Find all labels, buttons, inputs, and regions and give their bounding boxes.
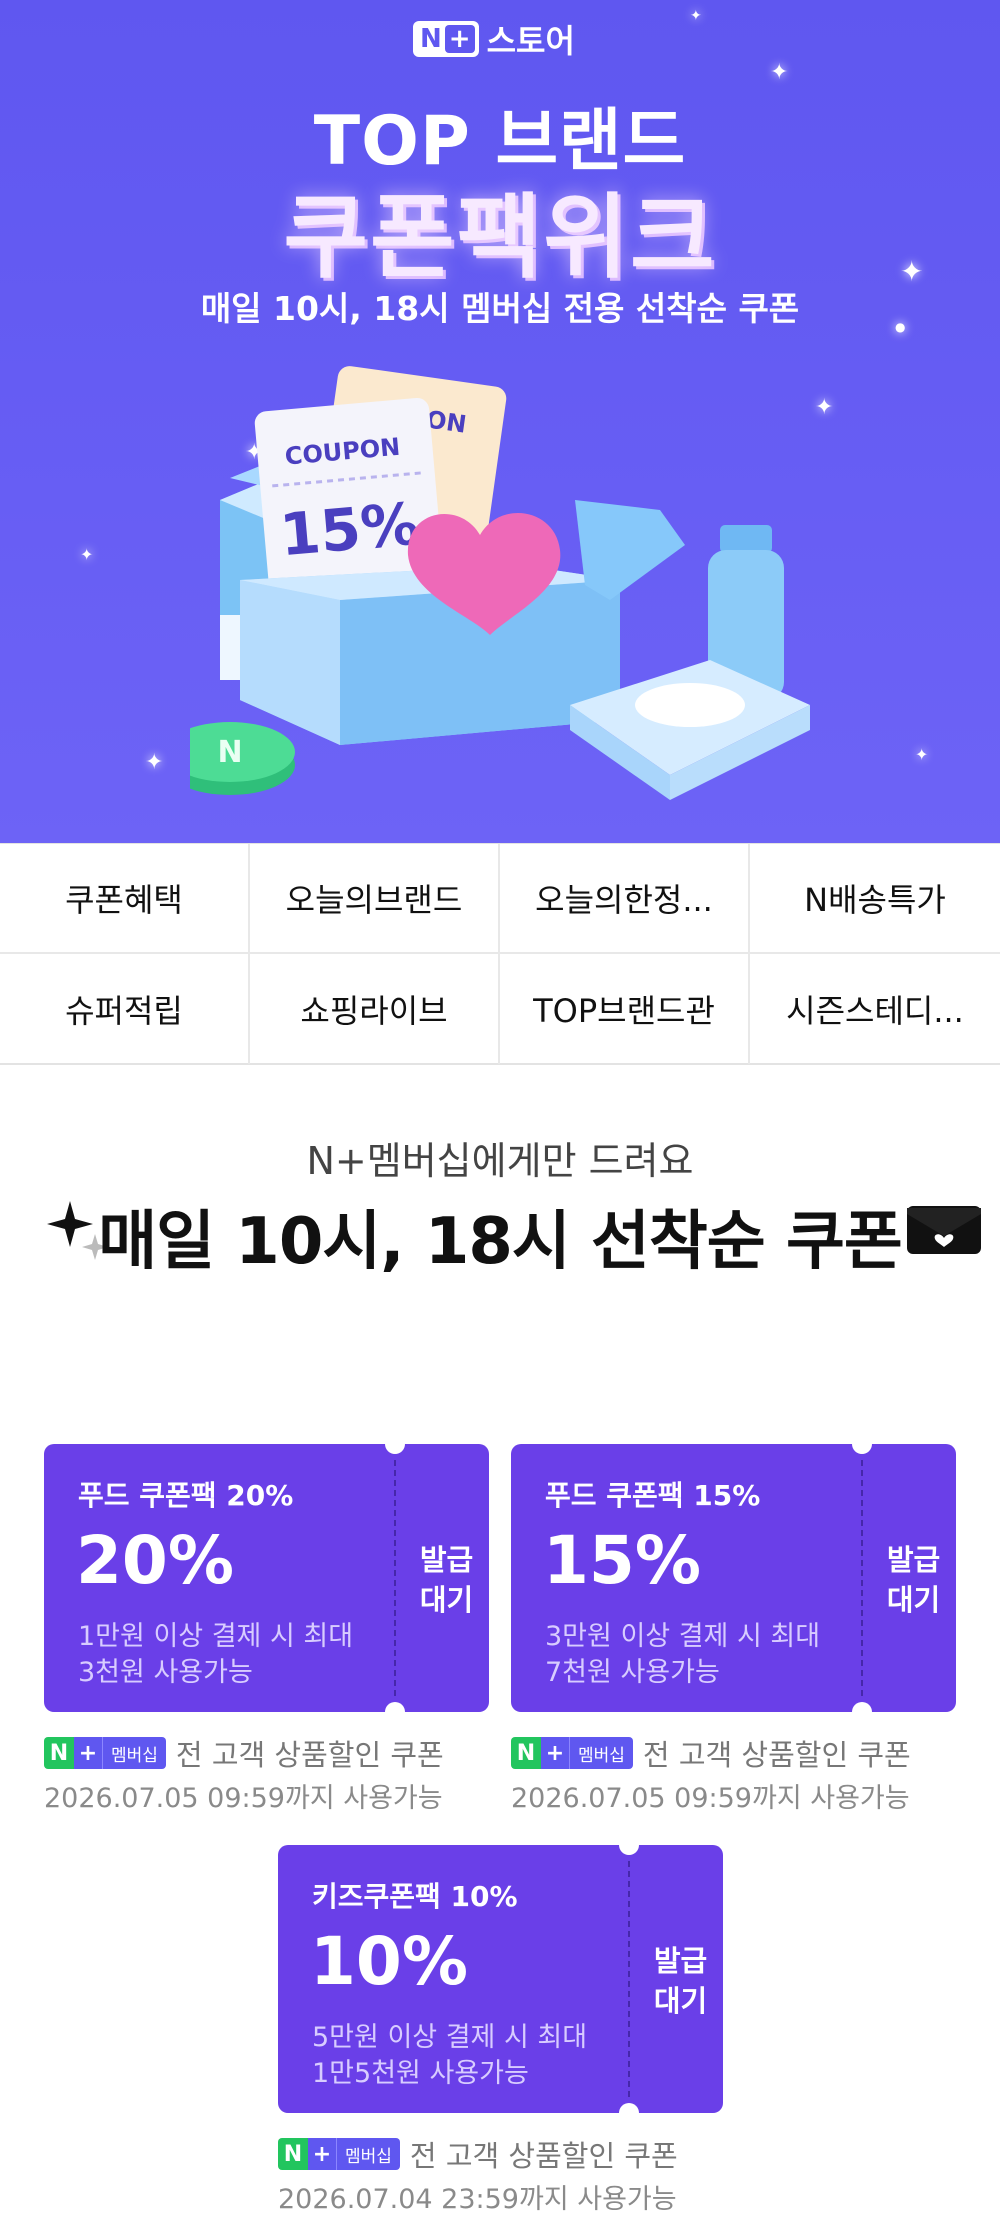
envelope-heart-icon [907,1206,981,1254]
promo-title: 매일 10시, 18시 선착순 쿠폰 [98,1205,902,1279]
coupon-status-button[interactable]: 발급 대기 [871,1540,956,1620]
logo-text: 스토어 [486,22,575,60]
coupon-description: 전 고객 상품할인 쿠폰 [642,1738,911,1772]
coupon-name: 키즈쿠폰팩 10% [312,1880,518,1913]
sparkle-icon: ✦ [915,745,929,764]
coupon-expiry: 2026.07.05 09:59까지 사용가능 [511,1783,910,1814]
coupon-card[interactable]: 푸드 쿠폰팩 20% 20% 1만원 이상 결제 시 최대 3천원 사용가능 발… [44,1434,489,1722]
coupon-status-button[interactable]: 발급 대기 [404,1540,489,1620]
sparkle-icon: ✦ [80,545,94,564]
hero-headline: 쿠폰팩위크 [283,184,717,291]
menu-item-shopping-live[interactable]: 쇼핑라이브 [250,954,500,1064]
sparkle-icon: ✦ [770,60,789,85]
logo-plus: + [444,24,475,54]
svg-text:15%: 15% [277,489,421,569]
hero-subtitle: 매일 10시, 18시 멤버십 전용 선착순 쿠폰 [200,289,800,328]
logo-n: N [420,24,442,54]
promo-title-row: 매일 10시, 18시 선착순 쿠폰 [0,1190,1000,1280]
sparkle-icon: ✦ [900,255,924,288]
coupon-condition: 7천원 사용가능 [545,1657,720,1688]
box-lid-icon [575,500,685,600]
coupon-expiry: 2026.07.05 09:59까지 사용가능 [44,1783,443,1814]
menu-item-top-brand[interactable]: TOP브랜드관 [500,954,750,1064]
coupon-expiry: 2026.07.04 23:59까지 사용가능 [278,2184,677,2215]
coupon-name: 푸드 쿠폰팩 15% [545,1479,761,1512]
menu-item-super-points[interactable]: 슈퍼적립 [0,954,250,1064]
coupon-percent: 10% [310,1923,468,2000]
coin-icon: N [190,722,295,795]
membership-badge: N + 멤버십 [44,1737,166,1769]
coupon-condition: 1만5천원 사용가능 [312,2058,529,2089]
coupon-description: 전 고객 상품할인 쿠폰 [409,2139,678,2173]
sparkle-icon: ✦ [690,8,702,24]
coupon-card[interactable]: 푸드 쿠폰팩 15% 15% 3만원 이상 결제 시 최대 7천원 사용가능 발… [511,1434,956,1722]
coupon-status-button[interactable]: 발급 대기 [638,1941,723,2021]
coupon-condition: 3천원 사용가능 [78,1657,253,1688]
coupon-card[interactable]: 키즈쿠폰팩 10% 10% 5만원 이상 결제 시 최대 1만5천원 사용가능 … [278,1835,723,2123]
coupon-name: 푸드 쿠폰팩 20% [78,1479,294,1512]
coupon-box-illustration: OUPON COUPON 15% [190,366,810,800]
category-menu: 쿠폰혜택 오늘의브랜드 오늘의한정... N배송특가 슈퍼적립 쇼핑라이브 TO… [0,843,1000,1065]
menu-item-today-brand[interactable]: 오늘의브랜드 [250,844,500,954]
sparkle-icon: ✦ [145,750,164,775]
page: N + 스토어 TOP 브랜드 쿠폰팩위크 매일 10시, 18시 멤버십 전용… [0,0,1000,2220]
menu-item-today-limited[interactable]: 오늘의한정... [500,844,750,954]
coupon-condition: 3만원 이상 결제 시 최대 [545,1621,821,1652]
coupon-condition: 1만원 이상 결제 시 최대 [78,1621,354,1652]
sparkle-icon: ● [895,320,906,334]
menu-item-n-delivery[interactable]: N배송특가 [750,844,1000,954]
membership-badge: N + 멤버십 [511,1737,633,1769]
coupon-description: 전 고객 상품할인 쿠폰 [175,1738,444,1772]
svg-text:N: N [217,735,242,770]
menu-item-coupon[interactable]: 쿠폰혜택 [0,844,250,954]
coupon-percent: 20% [76,1522,234,1599]
store-logo: N + 스토어 [413,16,575,62]
coupon-meta: N + 멤버십 전 고객 상품할인 쿠폰 2026.07.04 23:59까지 … [278,2133,748,2216]
coupon-meta: N + 멤버십 전 고객 상품할인 쿠폰 2026.07.05 09:59까지 … [44,1732,514,1815]
coupon-meta: N + 멤버십 전 고객 상품할인 쿠폰 2026.07.05 09:59까지 … [511,1732,981,1815]
nplus-logo-badge: N + [413,21,479,57]
menu-item-season-steady[interactable]: 시즌스테디... [750,954,1000,1064]
coupon-condition: 5만원 이상 결제 시 최대 [312,2022,588,2053]
hero-banner[interactable]: N + 스토어 TOP 브랜드 쿠폰팩위크 매일 10시, 18시 멤버십 전용… [0,0,1000,843]
membership-badge: N + 멤버십 [278,2138,400,2170]
coupon-percent: 15% [543,1522,701,1599]
promo-subtitle: N+멤버십에게만 드려요 [306,1139,694,1183]
